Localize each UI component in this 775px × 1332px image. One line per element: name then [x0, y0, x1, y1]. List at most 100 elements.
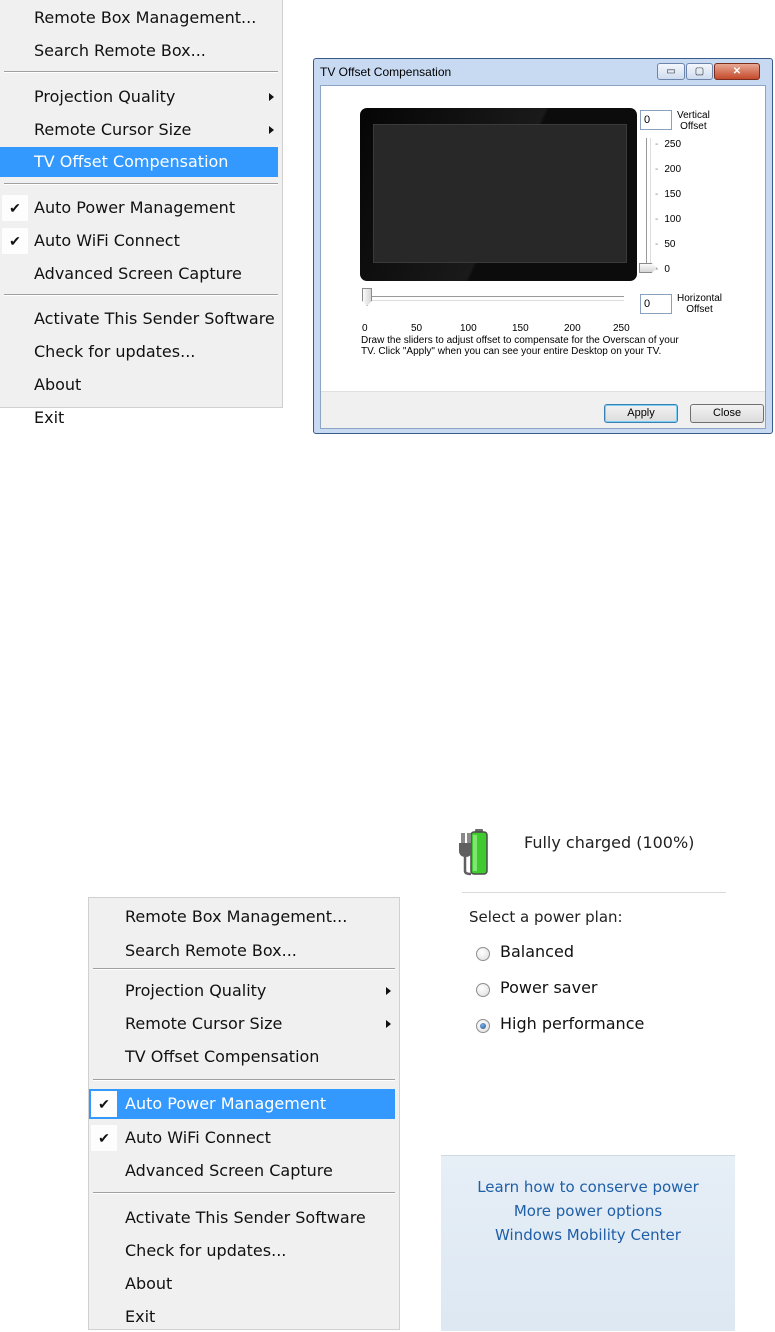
menu-item-activate-this-sender-software[interactable]: Activate This Sender Software	[89, 1203, 395, 1233]
plan-label-high-performance[interactable]: High performance	[500, 1014, 644, 1033]
menu-item-check-for-updates[interactable]: Check for updates...	[89, 1236, 395, 1266]
menu-item-tv-offset-compensation[interactable]: TV Offset Compensation	[89, 1042, 395, 1072]
power-link-windows-mobility-center[interactable]: Windows Mobility Center	[441, 1226, 735, 1244]
minimize-icon: ▭	[666, 66, 676, 77]
menu-item-label: Search Remote Box...	[125, 941, 297, 960]
power-link-more-power-options[interactable]: More power options	[441, 1202, 735, 1220]
maximize-icon: ▢	[694, 66, 705, 77]
menu-item-search-remote-box[interactable]: Search Remote Box...	[0, 36, 278, 66]
menu-item-label: Check for updates...	[34, 342, 196, 361]
menu-item-label: Search Remote Box...	[34, 41, 206, 60]
menu-item-label: Auto WiFi Connect	[34, 231, 180, 250]
vertical-tick-label: 200	[655, 164, 681, 175]
menu-item-label: Exit	[34, 408, 65, 427]
menu-item-about[interactable]: About	[0, 370, 278, 400]
horizontal-tick-label: 0	[362, 323, 368, 334]
plan-label-power-saver[interactable]: Power saver	[500, 978, 598, 997]
menu-separator	[93, 1079, 395, 1081]
dialog-title: TV Offset Compensation	[320, 65, 452, 79]
context-menu-top: Remote Box Management... Search Remote Bo…	[0, 0, 283, 427]
instructions: Draw the sliders to adjust offset to com…	[361, 335, 679, 357]
divider	[462, 892, 726, 893]
menu-item-activate-this-sender-software[interactable]: Activate This Sender Software	[0, 304, 278, 334]
vertical-offset-input[interactable]: 0	[640, 110, 672, 130]
menu-item-auto-power-management[interactable]: ✔ Auto Power Management	[0, 193, 278, 223]
context-menu-bottom: Remote Box Management... Search Remote Bo…	[88, 897, 400, 1330]
menu-item-label: Projection Quality	[34, 87, 176, 106]
check-icon: ✔	[2, 195, 28, 221]
power-flyout: Fully charged (100%) Select a power plan…	[441, 785, 735, 1331]
horizontal-slider-thumb[interactable]	[362, 288, 372, 306]
menu-item-advanced-screen-capture[interactable]: Advanced Screen Capture	[89, 1156, 395, 1186]
menu-item-label: Projection Quality	[125, 981, 267, 1000]
menu-item-label: Activate This Sender Software	[34, 309, 275, 328]
vertical-tick-label: 150	[655, 189, 681, 200]
vertical-slider-track[interactable]	[646, 138, 651, 266]
maximize-button[interactable]: ▢	[686, 63, 713, 80]
horizontal-tick-label: 200	[564, 323, 581, 334]
menu-item-advanced-screen-capture[interactable]: Advanced Screen Capture	[0, 259, 278, 289]
vertical-offset-label: Vertical Offset	[677, 110, 710, 132]
horizontal-tick-label: 100	[460, 323, 477, 334]
menu-item-label: Auto Power Management	[34, 198, 236, 217]
power-plan-title: Select a power plan:	[469, 908, 623, 926]
menu-item-label: About	[125, 1274, 173, 1293]
vertical-tick-label: 50	[655, 239, 675, 250]
horizontal-slider-track[interactable]	[368, 296, 624, 301]
menu-item-label: TV Offset Compensation	[34, 152, 229, 171]
menu-item-tv-offset-compensation[interactable]: TV Offset Compensation	[0, 147, 278, 177]
submenu-arrow-icon	[386, 987, 391, 995]
check-icon: ✔	[91, 1125, 117, 1151]
menu-item-label: TV Offset Compensation	[125, 1047, 320, 1066]
plan-radio-balanced[interactable]	[476, 947, 490, 961]
close-window-button[interactable]: ✕	[714, 63, 760, 80]
menu-item-exit[interactable]: Exit	[0, 403, 278, 433]
menu-separator	[93, 1192, 395, 1194]
menu-item-search-remote-box[interactable]: Search Remote Box...	[89, 936, 395, 966]
minimize-button[interactable]: ▭	[657, 63, 685, 80]
menu-item-remote-box-management[interactable]: Remote Box Management...	[89, 902, 395, 932]
menu-item-remote-cursor-size[interactable]: Remote Cursor Size	[0, 115, 278, 145]
menu-item-projection-quality[interactable]: Projection Quality	[89, 976, 395, 1006]
menu-item-label: Check for updates...	[125, 1241, 287, 1260]
power-link-learn-how-to-conserve-power[interactable]: Learn how to conserve power	[441, 1178, 735, 1196]
battery-status: Fully charged (100%)	[524, 833, 695, 852]
menu-item-auto-power-management[interactable]: ✔ Auto Power Management	[89, 1089, 395, 1119]
submenu-arrow-icon	[269, 93, 274, 101]
tv-preview	[360, 108, 637, 281]
menu-item-exit[interactable]: Exit	[89, 1302, 395, 1332]
menu-separator	[93, 968, 395, 970]
power-links-area: Learn how to conserve power More power op…	[441, 1155, 735, 1331]
menu-item-label: Remote Cursor Size	[34, 120, 192, 139]
check-icon: ✔	[91, 1091, 117, 1117]
horizontal-tick-label: 50	[411, 323, 423, 334]
vertical-tick-label: 250	[655, 139, 681, 150]
menu-item-remote-box-management[interactable]: Remote Box Management...	[0, 3, 278, 33]
power-status-area: Fully charged (100%) Select a power plan…	[441, 785, 735, 1155]
plan-radio-high-performance[interactable]	[476, 1019, 490, 1033]
close-icon: ✕	[732, 66, 742, 77]
check-icon: ✔	[2, 228, 28, 254]
horizontal-offset-input[interactable]: 0	[640, 294, 672, 314]
menu-item-projection-quality[interactable]: Projection Quality	[0, 82, 278, 112]
menu-item-label: Remote Box Management...	[34, 8, 257, 27]
plan-radio-power-saver[interactable]	[476, 983, 490, 997]
menu-item-auto-wifi-connect[interactable]: ✔ Auto WiFi Connect	[89, 1123, 395, 1153]
menu-item-about[interactable]: About	[89, 1269, 395, 1299]
menu-item-auto-wifi-connect[interactable]: ✔ Auto WiFi Connect	[0, 226, 278, 256]
menu-item-label: Remote Box Management...	[125, 907, 348, 926]
tv-offset-dialog: TV Offset Compensation ▭ ▢ ✕ 0 Vertical O…	[313, 58, 773, 434]
menu-separator	[4, 71, 278, 73]
vertical-tick-label: 0	[655, 264, 670, 275]
menu-item-label: Auto Power Management	[125, 1094, 327, 1113]
menu-item-check-for-updates[interactable]: Check for updates...	[0, 337, 278, 367]
close-button[interactable]: Close	[690, 404, 764, 423]
menu-item-label: Remote Cursor Size	[125, 1014, 283, 1033]
dialog-client-area: 0 VerticalOffset 250 200 150 100 50 0 0 50 100 1…	[320, 85, 766, 429]
vertical-tick-label: 100	[655, 214, 681, 225]
plan-label-balanced[interactable]: Balanced	[500, 942, 574, 961]
menu-item-remote-cursor-size[interactable]: Remote Cursor Size	[89, 1009, 395, 1039]
apply-button[interactable]: Apply	[604, 404, 678, 423]
menu-item-label: Auto WiFi Connect	[125, 1128, 271, 1147]
menu-separator	[4, 183, 278, 185]
